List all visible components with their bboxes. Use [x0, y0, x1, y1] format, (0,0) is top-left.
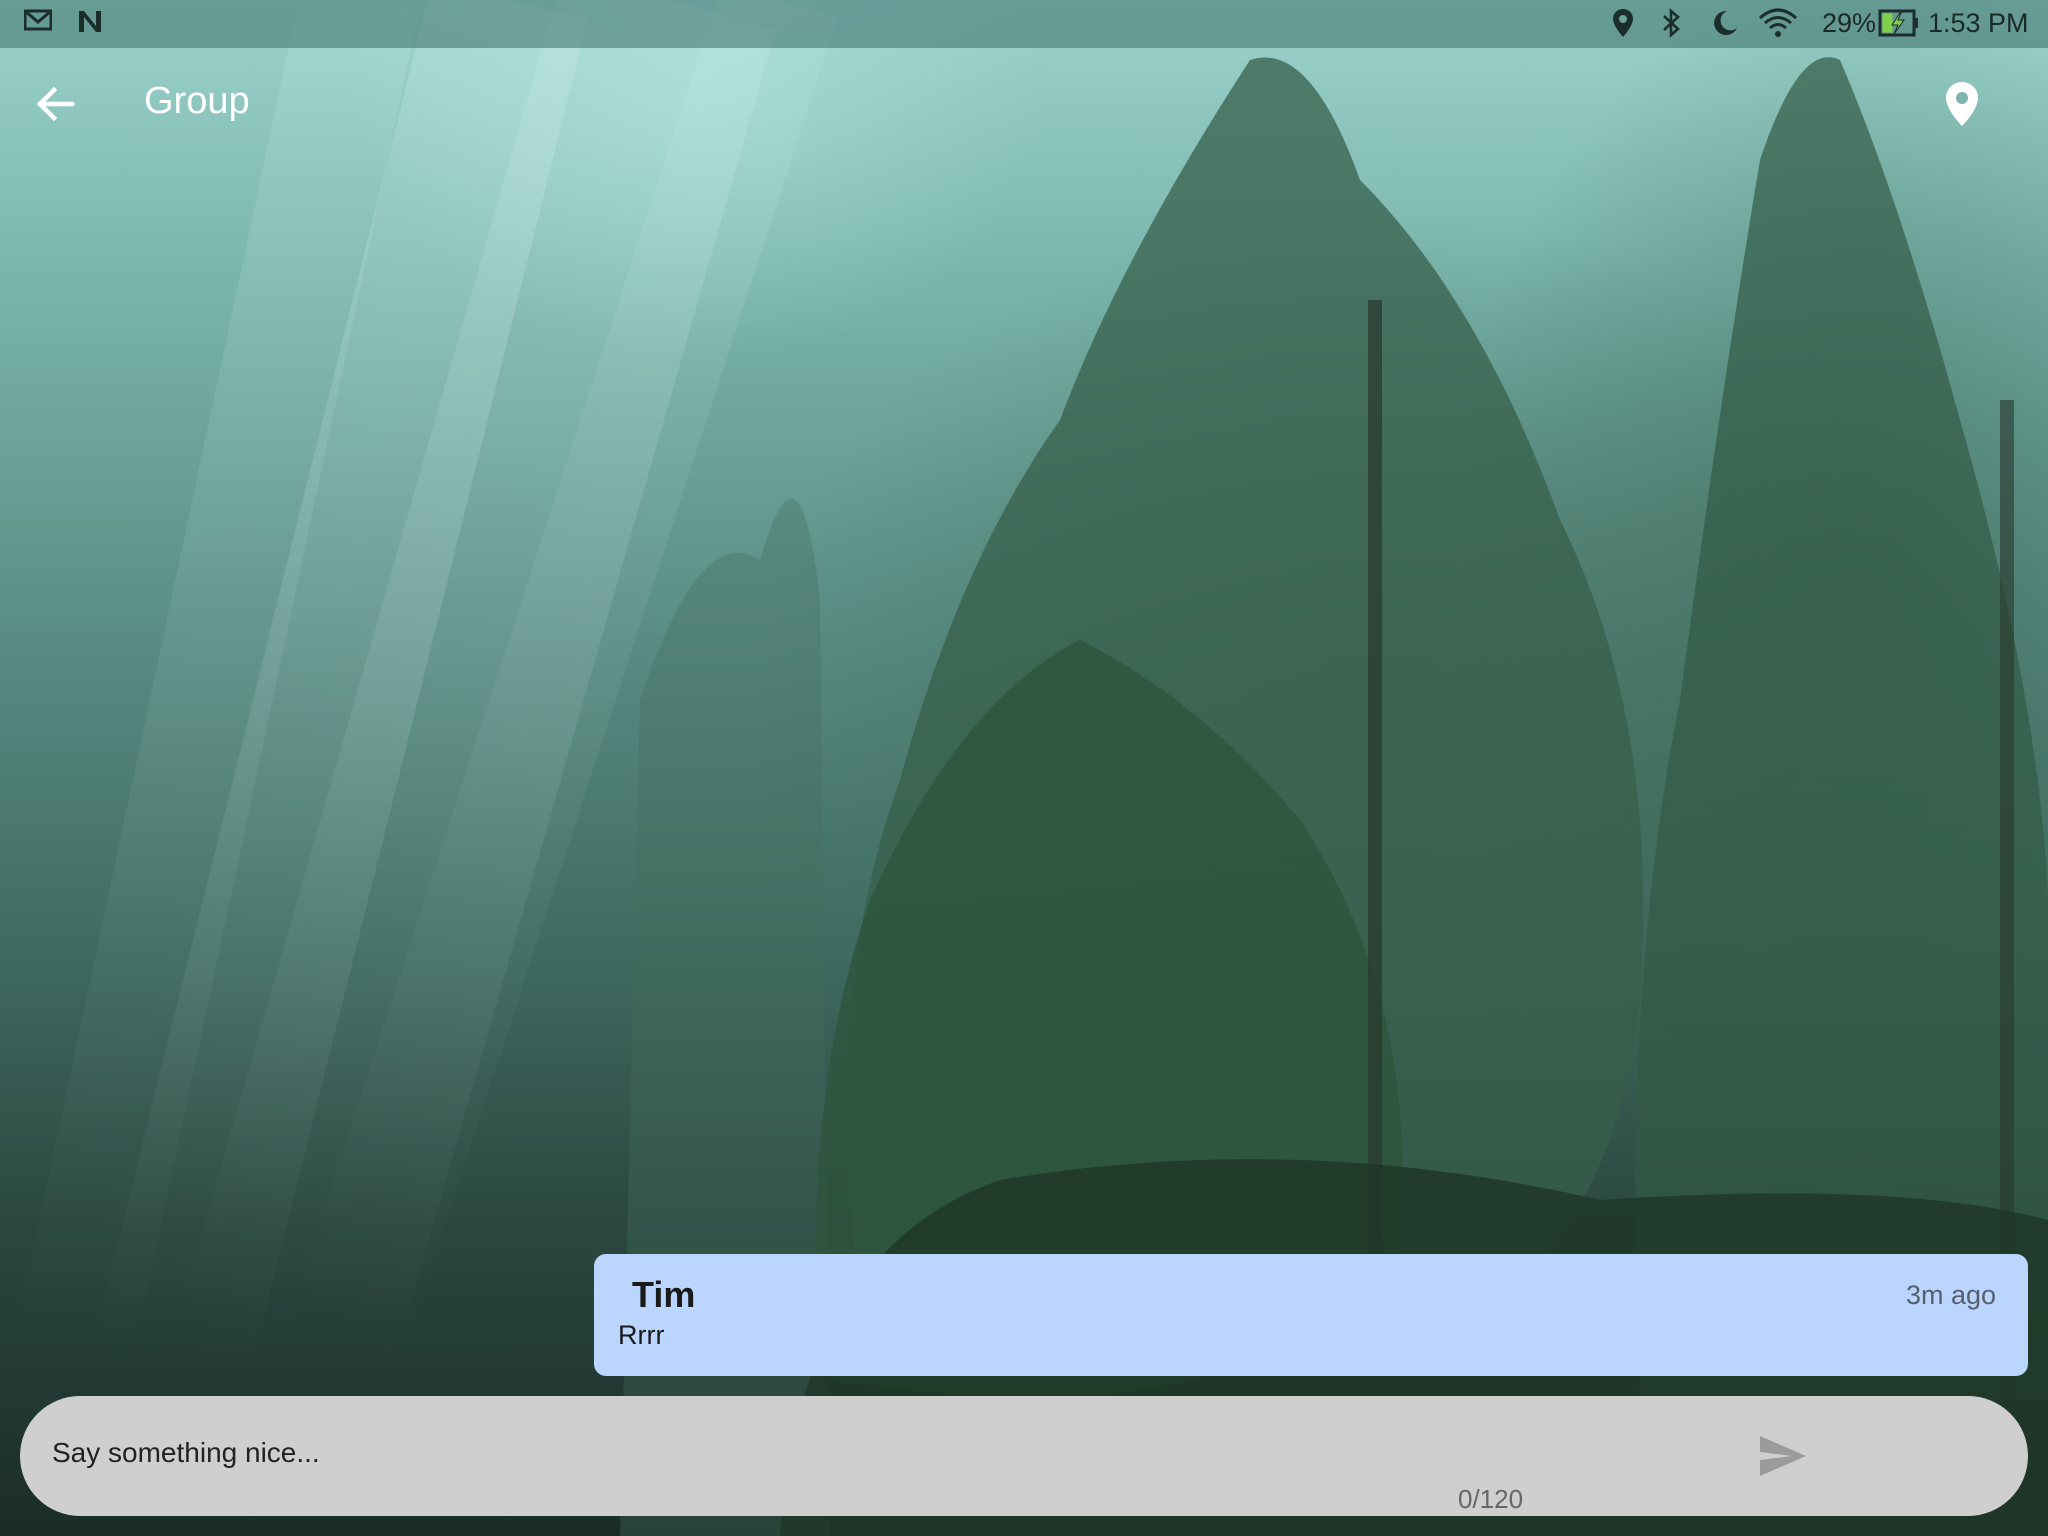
app-bar: Group	[0, 48, 2048, 160]
send-icon	[1758, 1436, 1808, 1482]
location-button[interactable]	[1938, 78, 1986, 130]
message-text: Rrrr	[618, 1320, 665, 1350]
n-app-icon	[76, 8, 104, 39]
status-clock: 1:53 PM	[1928, 8, 2029, 38]
message-bubble[interactable]: Tim 3m ago Rrrr	[594, 1254, 2028, 1376]
message-input[interactable]	[50, 1426, 1654, 1480]
location-pin-icon	[1938, 82, 1986, 134]
message-composer: 0/120	[20, 1396, 2028, 1516]
status-bar: 29% 1:53 PM	[0, 0, 2048, 48]
battery-charging-icon	[1878, 8, 1920, 43]
message-timestamp: 3m ago	[1905, 1280, 1996, 1310]
send-button[interactable]	[1758, 1434, 1808, 1478]
screen: 29% 1:53 PM Group Tim 3m ago Rrrr Say so…	[0, 0, 2048, 1536]
wifi-icon	[1758, 8, 1798, 43]
page-title: Group	[144, 80, 250, 122]
do-not-disturb-moon-icon	[1710, 8, 1740, 43]
character-counter: 0/120	[1458, 1484, 1524, 1514]
arrow-back-icon	[28, 86, 84, 136]
back-button[interactable]	[28, 76, 84, 132]
location-icon	[1612, 8, 1634, 43]
battery-percent: 29%	[1822, 8, 1877, 38]
message-sender: Tim	[632, 1274, 696, 1315]
gmail-icon	[23, 8, 53, 37]
bluetooth-icon	[1660, 8, 1682, 43]
